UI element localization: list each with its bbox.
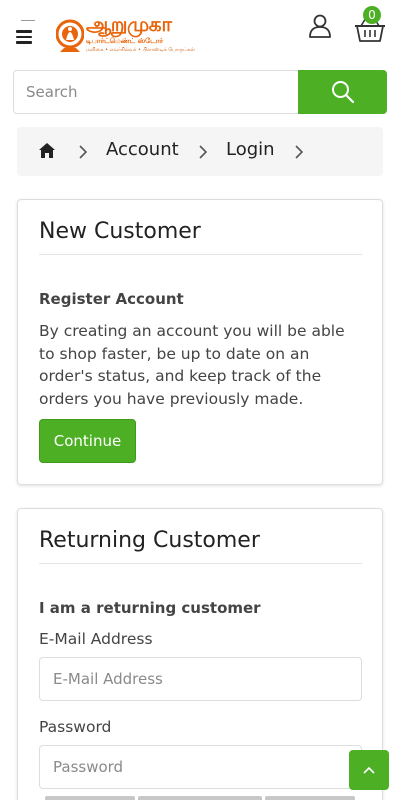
returning-customer-card: Returning Customer I am a returning cust…: [17, 508, 383, 800]
register-account-description: By creating an account you will be able …: [39, 322, 345, 408]
search-button[interactable]: [298, 70, 387, 114]
returning-customer-title: Returning Customer: [39, 528, 260, 553]
store-logo[interactable]: ஆறுமுகா டிபார்ட்மெண்ட் ஸ்டோர் மளிகை • எவ…: [56, 10, 195, 56]
header-divider: [21, 20, 35, 21]
returning-customer-heading: I am a returning customer: [39, 599, 261, 617]
scroll-to-top-button[interactable]: [349, 750, 389, 790]
password-field[interactable]: [39, 745, 362, 789]
site-header: ஆறுமுகா டிபார்ட்மெண்ட் ஸ்டோர் மளிகை • எவ…: [0, 0, 400, 66]
continue-button[interactable]: Continue: [39, 419, 136, 463]
home-icon[interactable]: [38, 142, 56, 159]
email-label: E-Mail Address: [39, 630, 153, 648]
breadcrumb-item-login[interactable]: Login: [226, 139, 275, 160]
search-input[interactable]: [13, 70, 299, 114]
breadcrumb: Account Login: [17, 127, 383, 176]
menu-icon[interactable]: [16, 30, 32, 44]
chevron-right-icon: [295, 145, 303, 159]
search-icon: [332, 81, 355, 104]
logo-tagline: மளிகை • எவர்சில்வர் • பிளாஸ்டிக் பொருட்க…: [86, 47, 195, 53]
login-button[interactable]: [45, 796, 135, 800]
card-divider: [39, 254, 362, 255]
chevron-right-icon: [79, 145, 87, 159]
logo-subtitle: டிபார்ட்மெண்ட் ஸ்டோர்: [86, 37, 164, 45]
cart-button[interactable]: 0: [354, 6, 386, 44]
register-account-heading: Register Account: [39, 290, 184, 308]
email-field[interactable]: [39, 657, 362, 701]
chevron-right-icon: [199, 145, 207, 159]
password-label: Password: [39, 718, 112, 736]
action-button[interactable]: [265, 796, 355, 800]
action-button[interactable]: [138, 796, 262, 800]
search-bar: [13, 70, 387, 114]
new-customer-title: New Customer: [39, 219, 201, 244]
new-customer-card: New Customer Register Account By creatin…: [17, 199, 383, 485]
card-divider: [39, 563, 362, 564]
breadcrumb-item-account[interactable]: Account: [106, 139, 179, 160]
logo-title: ஆறுமுகா: [86, 12, 172, 36]
chevron-up-icon: [363, 766, 375, 774]
peacock-emblem-icon: [56, 19, 84, 52]
user-icon[interactable]: [308, 13, 332, 39]
cart-count-badge: 0: [363, 6, 381, 24]
